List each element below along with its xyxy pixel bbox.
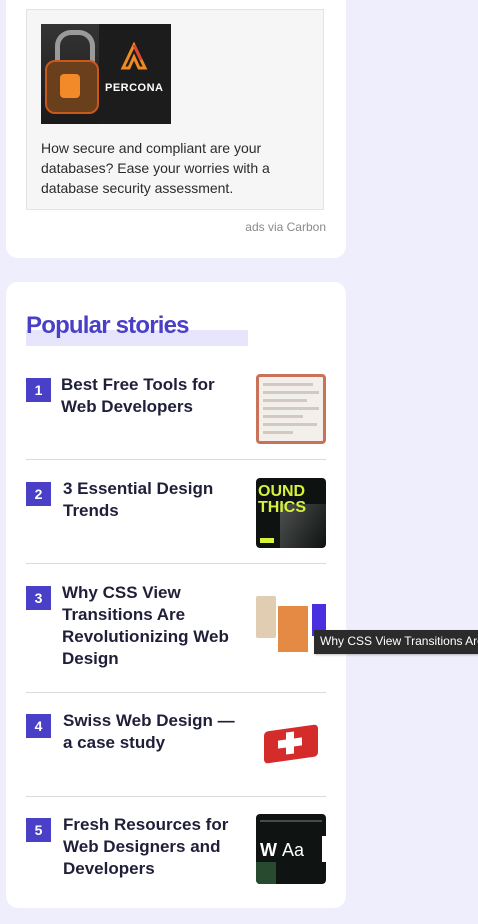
story-item[interactable]: 2 3 Essential Design Trends OUND THICS <box>26 478 326 548</box>
story-number-badge: 2 <box>26 482 51 506</box>
ad-description[interactable]: How secure and compliant are your databa… <box>41 138 311 198</box>
thumb-text: W <box>260 840 277 860</box>
thumb-line <box>263 423 317 426</box>
story-number-badge: 1 <box>26 378 51 402</box>
story-title-link[interactable]: Swiss Web Design — a case study <box>63 710 245 754</box>
story-title-link[interactable]: 3 Essential Design Trends <box>63 478 245 522</box>
thumb-line <box>263 407 319 410</box>
story-title-link[interactable]: Best Free Tools for Web Developers <box>61 374 243 418</box>
thumb-line <box>263 415 303 418</box>
thumb-shape <box>256 862 276 884</box>
story-item[interactable]: 1 Best Free Tools for Web Developers <box>26 374 326 444</box>
thumb-tag <box>260 538 274 543</box>
thumb-text: Aa <box>282 840 305 860</box>
story-thumbnail[interactable] <box>256 374 326 444</box>
carbon-ad-card: PERCONA How secure and compliant are you… <box>6 0 346 258</box>
story-divider <box>26 692 326 693</box>
story-thumbnail[interactable]: OUND THICS <box>256 478 326 548</box>
percona-ad-image[interactable]: PERCONA <box>41 24 171 124</box>
story-divider <box>26 796 326 797</box>
carbon-ad-link[interactable]: PERCONA How secure and compliant are you… <box>26 9 324 210</box>
thumb-line <box>263 383 313 386</box>
thumb-shape <box>276 604 310 652</box>
thumb-line <box>263 431 293 434</box>
story-item[interactable]: 3 Why CSS View Transitions Are Revolutio… <box>26 582 326 670</box>
story-title-link[interactable]: Why CSS View Transitions Are Revolutioni… <box>62 582 244 670</box>
story-item[interactable]: 5 Fresh Resources for Web Designers and … <box>26 814 326 884</box>
story-divider <box>26 459 326 460</box>
story-number-badge: 3 <box>26 586 51 610</box>
thumb-menu-bar <box>260 820 322 822</box>
thumb-shape <box>256 596 276 638</box>
thumb-shape <box>322 836 326 862</box>
story-divider <box>26 563 326 564</box>
story-number-badge: 4 <box>26 714 51 738</box>
thumb-text: OUND <box>258 483 306 500</box>
popular-stories-card: Popular stories 1 Best Free Tools for We… <box>6 282 346 908</box>
percona-logo-icon <box>120 42 148 70</box>
hover-tooltip: Why CSS View Transitions Are <box>314 630 478 654</box>
ads-via-carbon-link[interactable]: ads via Carbon <box>245 220 326 234</box>
story-item[interactable]: 4 Swiss Web Design — a case study <box>26 710 326 780</box>
database-icon <box>60 74 80 98</box>
story-thumbnail[interactable] <box>256 710 326 780</box>
thumb-line <box>263 399 307 402</box>
story-thumbnail[interactable]: W Aa <box>256 814 326 884</box>
percona-logo-text: PERCONA <box>105 82 164 94</box>
section-title: Popular stories <box>26 312 190 339</box>
thumb-line <box>263 391 319 394</box>
story-title-link[interactable]: Fresh Resources for Web Designers and De… <box>63 814 245 880</box>
thumb-text: THICS <box>258 499 306 516</box>
story-number-badge: 5 <box>26 818 51 842</box>
